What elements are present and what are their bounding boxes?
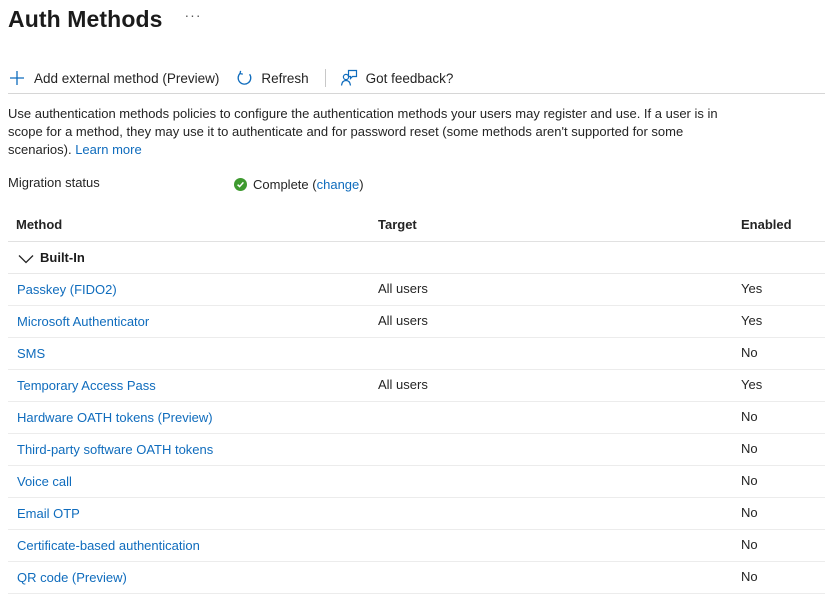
add-external-method-button[interactable]: Add external method (Preview) xyxy=(8,64,219,92)
migration-close-paren: ) xyxy=(359,177,364,192)
enabled-cell: No xyxy=(741,537,758,552)
table-row: Microsoft Authenticator All users Yes xyxy=(8,306,825,338)
title-row: Auth Methods ··· xyxy=(8,4,202,34)
success-check-icon xyxy=(234,178,247,191)
target-cell: All users xyxy=(378,313,428,328)
group-header-built-in[interactable]: Built-In xyxy=(8,242,825,274)
enabled-cell: Yes xyxy=(741,281,763,296)
table-row: QR code (Preview) No xyxy=(8,562,825,594)
method-link[interactable]: Microsoft Authenticator xyxy=(17,314,149,329)
group-label: Built-In xyxy=(40,250,85,265)
command-bar: Add external method (Preview) Refresh Go… xyxy=(8,63,825,93)
method-link[interactable]: Email OTP xyxy=(17,506,80,521)
chevron-down-icon xyxy=(18,251,34,269)
change-link[interactable]: change xyxy=(317,177,360,192)
refresh-button[interactable]: Refresh xyxy=(235,64,309,92)
description-text: Use authentication methods policies to c… xyxy=(8,105,728,159)
enabled-cell: Yes xyxy=(741,313,763,328)
column-header-target[interactable]: Target xyxy=(378,217,417,232)
feedback-label: Got feedback? xyxy=(365,70,454,86)
table-row: Hardware OATH tokens (Preview) No xyxy=(8,402,825,434)
table-header: Method Target Enabled xyxy=(8,208,825,242)
add-external-method-label: Add external method (Preview) xyxy=(34,70,220,86)
migration-status-label: Migration status xyxy=(8,175,100,190)
plus-icon xyxy=(8,69,26,87)
table-row: Passkey (FIDO2) All users Yes xyxy=(8,274,825,306)
method-link[interactable]: Passkey (FIDO2) xyxy=(17,282,117,297)
method-link[interactable]: Third-party software OATH tokens xyxy=(17,442,213,457)
method-link[interactable]: SMS xyxy=(17,346,45,361)
refresh-label: Refresh xyxy=(261,70,309,86)
toolbar-divider xyxy=(324,69,326,87)
auth-methods-page: Auth Methods ··· Add external method (Pr… xyxy=(0,0,825,603)
migration-status-value: Complete (change) xyxy=(234,177,364,192)
table-row: Email OTP No xyxy=(8,498,825,530)
migration-status-text: Complete xyxy=(253,177,309,192)
page-title: Auth Methods xyxy=(8,5,163,32)
migration-status: Migration status Complete (change) xyxy=(8,174,825,194)
toolbar-divider-line xyxy=(8,93,825,94)
table-row: Temporary Access Pass All users Yes xyxy=(8,370,825,402)
method-link[interactable]: QR code (Preview) xyxy=(17,570,127,585)
enabled-cell: Yes xyxy=(741,377,763,392)
feedback-button[interactable]: Got feedback? xyxy=(340,64,454,92)
method-link[interactable]: Hardware OATH tokens (Preview) xyxy=(17,410,213,425)
enabled-cell: No xyxy=(741,569,758,584)
auth-methods-table: Method Target Enabled Built-In Passkey (… xyxy=(8,208,825,594)
table-row: Certificate-based authentication No xyxy=(8,530,825,562)
enabled-cell: No xyxy=(741,345,758,360)
learn-more-link[interactable]: Learn more xyxy=(75,142,141,157)
method-link[interactable]: Temporary Access Pass xyxy=(17,378,156,393)
feedback-icon xyxy=(340,69,358,87)
method-link[interactable]: Voice call xyxy=(17,474,72,489)
target-cell: All users xyxy=(378,281,428,296)
target-cell: All users xyxy=(378,377,428,392)
table-row: Third-party software OATH tokens No xyxy=(8,434,825,466)
enabled-cell: No xyxy=(741,505,758,520)
enabled-cell: No xyxy=(741,409,758,424)
table-row: Voice call No xyxy=(8,466,825,498)
enabled-cell: No xyxy=(741,441,758,456)
column-header-enabled[interactable]: Enabled xyxy=(741,217,792,232)
refresh-icon xyxy=(235,69,253,87)
method-link[interactable]: Certificate-based authentication xyxy=(17,538,200,553)
table-row: SMS No xyxy=(8,338,825,370)
enabled-cell: No xyxy=(741,473,758,488)
column-header-method[interactable]: Method xyxy=(16,217,62,232)
more-options-button[interactable]: ··· xyxy=(185,7,202,23)
